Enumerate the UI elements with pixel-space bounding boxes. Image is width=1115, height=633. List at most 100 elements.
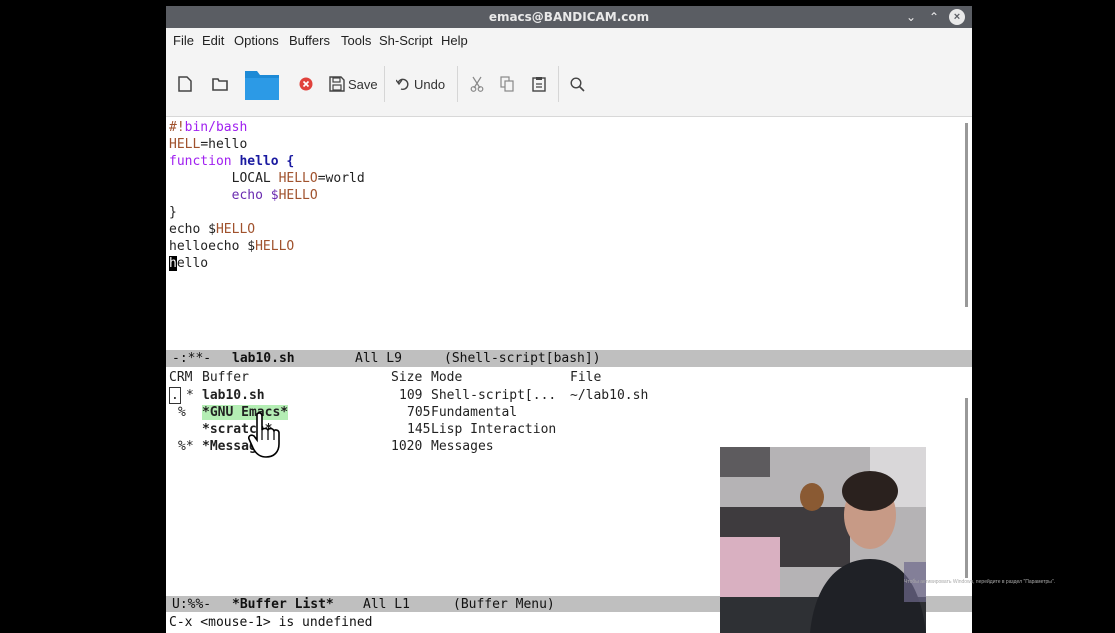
code-token: HELLO bbox=[255, 239, 295, 254]
search-icon bbox=[570, 76, 585, 92]
menu-bar: File Edit Options Buffers Tools Sh-Scrip… bbox=[166, 28, 972, 52]
code-token: hello { bbox=[231, 154, 295, 169]
code-token: ello bbox=[176, 256, 209, 271]
row-crm-flag: % bbox=[178, 405, 186, 420]
editor-pane[interactable]: #!bin/bash HELL=hello function hello { L… bbox=[166, 117, 972, 350]
code-line: LOCAL HELLO=world bbox=[169, 171, 365, 188]
editor-scrollbar[interactable] bbox=[965, 123, 968, 307]
code-line: echo $HELLO bbox=[169, 188, 318, 205]
maximize-icon[interactable]: ⌃ bbox=[926, 9, 942, 25]
row-size: 1020 bbox=[391, 439, 423, 454]
col-header-crm: CRM bbox=[169, 370, 193, 385]
row-file: ~/lab10.sh bbox=[570, 388, 649, 403]
undo-label: Undo bbox=[414, 76, 446, 92]
code-line: echo $HELLO bbox=[169, 222, 255, 239]
text-cursor: h bbox=[169, 256, 177, 271]
minimize-icon[interactable]: ⌄ bbox=[903, 9, 919, 25]
code-token: HELLO bbox=[278, 188, 318, 203]
code-token: HELL bbox=[169, 137, 201, 152]
modeline-position: All L9 bbox=[355, 351, 402, 366]
search-button[interactable] bbox=[570, 72, 585, 96]
code-token: LOCAL bbox=[169, 171, 279, 186]
menu-tools[interactable]: Tools bbox=[341, 33, 371, 48]
code-line: function hello { bbox=[169, 154, 294, 171]
code-line: helloecho $HELLO bbox=[169, 239, 294, 256]
close-buffer-icon bbox=[299, 77, 313, 91]
menu-options[interactable]: Options bbox=[234, 33, 279, 48]
modeline-status: U:%%- bbox=[172, 597, 212, 612]
new-file-button[interactable] bbox=[178, 72, 192, 96]
hand-pointer-icon bbox=[248, 412, 280, 458]
row-crm-flag: %* bbox=[178, 439, 194, 454]
col-header-file: File bbox=[570, 370, 602, 385]
cut-icon bbox=[470, 76, 484, 92]
minibuffer-message: C-x <mouse-1> is undefined bbox=[169, 615, 373, 630]
row-size: 145 bbox=[407, 422, 431, 437]
code-token: echo $ bbox=[169, 188, 279, 203]
toolbar-separator bbox=[457, 66, 458, 102]
modeline-buffer-name: lab10.sh bbox=[232, 351, 295, 366]
row-mode: Fundamental bbox=[431, 405, 518, 420]
paste-icon bbox=[532, 77, 546, 92]
code-token: #! bbox=[169, 120, 185, 135]
dired-button[interactable] bbox=[244, 66, 280, 102]
copy-button[interactable] bbox=[500, 72, 514, 96]
undo-button[interactable]: Undo bbox=[396, 72, 445, 96]
menu-sh-script[interactable]: Sh-Script bbox=[379, 33, 432, 48]
copy-icon bbox=[500, 76, 514, 92]
title-bar: emacs@BANDICAM.com ⌄ ⌃ × bbox=[166, 6, 972, 28]
open-file-icon bbox=[212, 78, 228, 91]
paste-button[interactable] bbox=[532, 72, 546, 96]
modeline-position: All L1 bbox=[363, 597, 410, 612]
new-file-icon bbox=[178, 76, 192, 92]
webcam-image bbox=[720, 447, 926, 633]
row-size: 109 bbox=[399, 388, 423, 403]
activation-watermark: Чтобы активировать Windows, перейдите в … bbox=[904, 579, 1056, 585]
modeline-buffer-name: *Buffer List* bbox=[232, 597, 334, 612]
undo-icon bbox=[396, 78, 409, 91]
row-crm-flag: * bbox=[186, 388, 194, 403]
window-title: emacs@BANDICAM.com bbox=[488, 10, 650, 24]
modeline-mode: (Buffer Menu) bbox=[453, 597, 555, 612]
code-token: echo $ bbox=[169, 222, 216, 237]
menu-edit[interactable]: Edit bbox=[202, 33, 224, 48]
row-mode: Lisp Interaction bbox=[431, 422, 557, 437]
close-window-icon[interactable]: × bbox=[949, 9, 965, 25]
open-file-button[interactable] bbox=[212, 72, 228, 96]
code-line: } bbox=[169, 205, 177, 222]
buffer-list-scrollbar[interactable] bbox=[965, 398, 968, 578]
cut-button[interactable] bbox=[470, 72, 484, 96]
row-crm-flag: . bbox=[169, 387, 181, 404]
code-token: } bbox=[169, 205, 177, 220]
code-token: bin/bash bbox=[184, 120, 248, 135]
close-buffer-button[interactable] bbox=[299, 72, 313, 96]
mode-line-top[interactable]: -:**- lab10.sh All L9 (Shell-script[bash… bbox=[166, 350, 972, 367]
save-icon bbox=[329, 76, 345, 92]
col-header-mode: Mode bbox=[431, 370, 463, 385]
save-label: Save bbox=[348, 76, 378, 92]
webcam-overlay bbox=[720, 447, 926, 633]
code-token: function bbox=[169, 154, 232, 169]
row-size: 705 bbox=[407, 405, 431, 420]
tool-bar: Save Undo bbox=[166, 52, 972, 117]
col-header-buffer: Buffer bbox=[202, 370, 249, 385]
toolbar-separator bbox=[558, 66, 559, 102]
modeline-status: -:**- bbox=[172, 351, 212, 366]
save-button[interactable]: Save bbox=[329, 72, 378, 96]
row-mode: Shell-script[... bbox=[431, 388, 557, 403]
code-token: =world bbox=[317, 171, 365, 186]
code-token: =hello bbox=[200, 137, 248, 152]
code-line: HELL=hello bbox=[169, 137, 247, 154]
code-token: HELLO bbox=[215, 222, 256, 237]
code-token: HELLO bbox=[278, 171, 318, 186]
code-line: hello bbox=[169, 256, 208, 273]
code-line: #!bin/bash bbox=[169, 120, 247, 137]
row-buffer-name[interactable]: lab10.sh bbox=[202, 388, 265, 403]
menu-file[interactable]: File bbox=[173, 33, 194, 48]
toolbar-separator bbox=[384, 66, 385, 102]
menu-buffers[interactable]: Buffers bbox=[289, 33, 330, 48]
dired-folder-icon bbox=[245, 71, 279, 100]
menu-help[interactable]: Help bbox=[441, 33, 468, 48]
col-header-size: Size bbox=[391, 370, 423, 385]
code-token: helloecho $ bbox=[169, 239, 256, 254]
